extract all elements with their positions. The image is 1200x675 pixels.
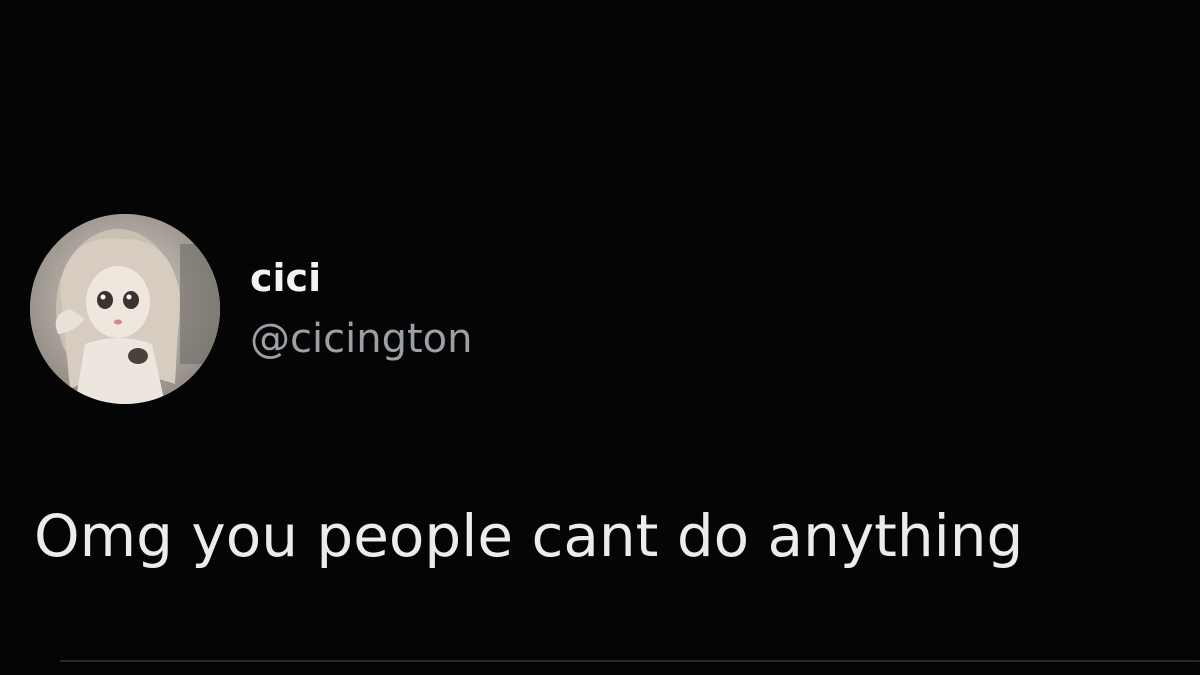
divider [60, 660, 1200, 662]
author-names: cici @cicington [250, 255, 472, 363]
tweet-card: cici @cicington Omg you people cant do a… [0, 0, 1200, 675]
doll-avatar-icon [30, 214, 220, 404]
avatar[interactable] [30, 214, 220, 404]
tweet-text: Omg you people cant do anything [34, 502, 1024, 570]
tweet-author-row[interactable]: cici @cicington [30, 214, 472, 404]
author-display-name[interactable]: cici [250, 255, 472, 301]
author-handle[interactable]: @cicington [250, 315, 472, 363]
